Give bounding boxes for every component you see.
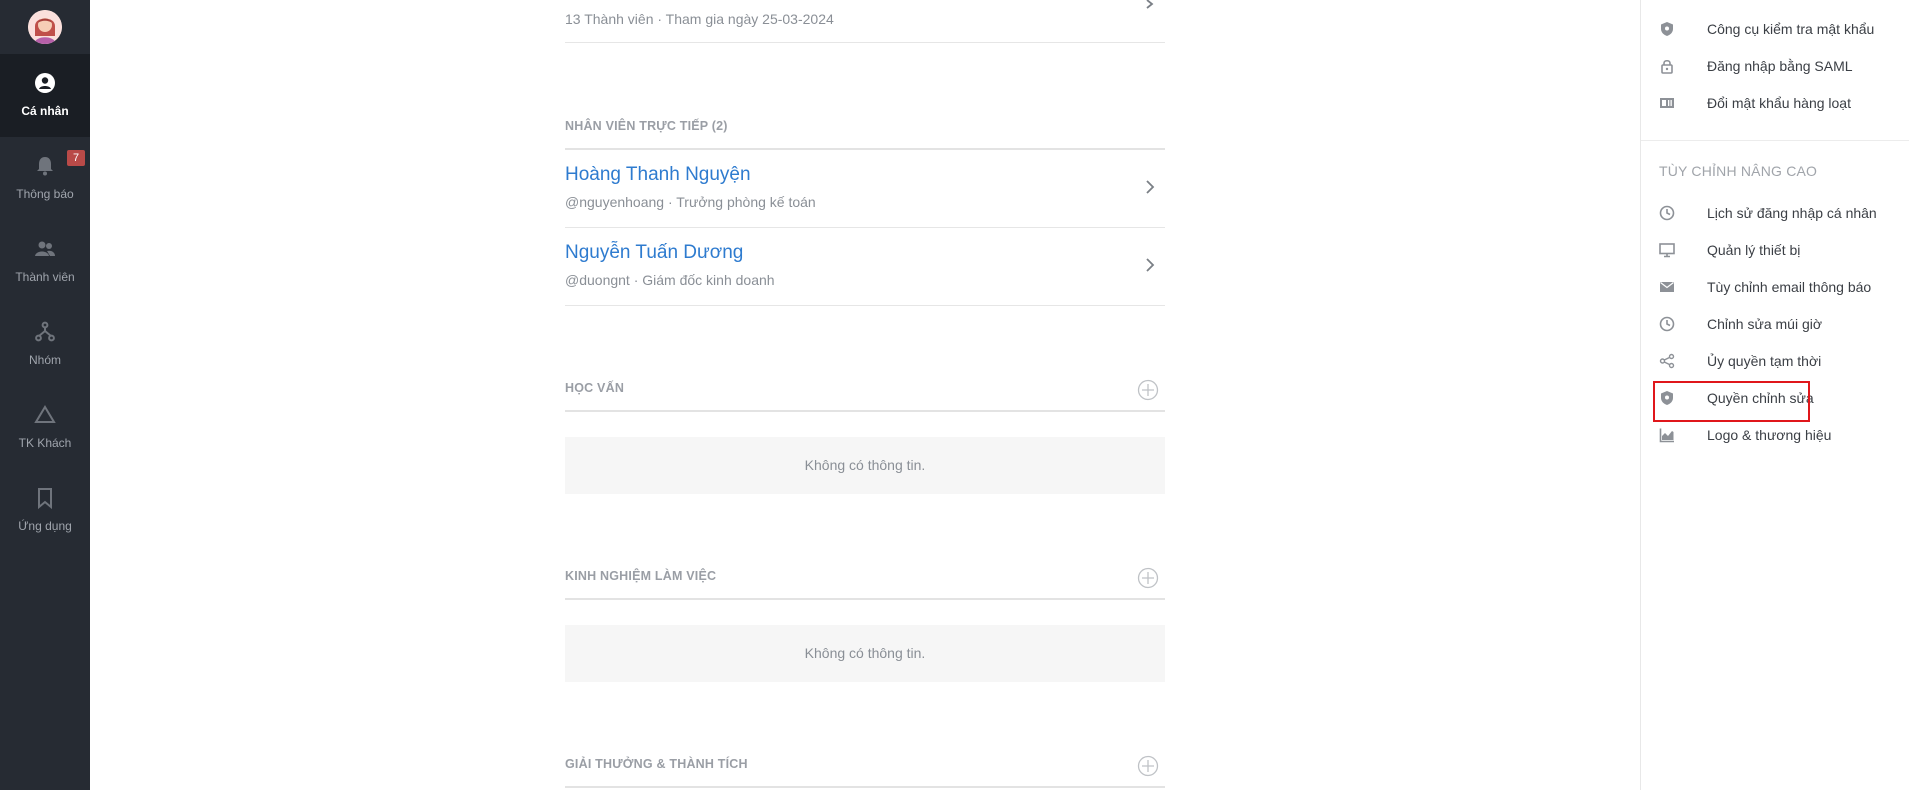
menu-item-label: Quản lý thiết bị — [1707, 242, 1801, 258]
menu-item-label: Công cụ kiểm tra mật khẩu — [1707, 21, 1875, 37]
nav-item-members[interactable]: Thành viên — [0, 220, 90, 303]
person-description: @nguyenhoang · Trưởng phòng kế toán — [565, 194, 816, 210]
advanced-settings-heading: TÙY CHỈNH NÂNG CAO — [1659, 163, 1818, 179]
section-line — [565, 786, 1165, 788]
menu-item-label: Lịch sử đăng nhập cá nhân — [1707, 205, 1877, 221]
notification-badge: 7 — [67, 150, 85, 166]
menu-item-label: Đổi mật khẩu hàng loạt — [1707, 95, 1851, 111]
chevron-right-icon[interactable] — [1143, 0, 1157, 10]
divider — [1641, 140, 1909, 141]
settings-panel: Công cụ kiểm tra mật khẩu Đăng nhập bằng… — [1640, 0, 1909, 790]
add-education-icon[interactable] — [1137, 379, 1159, 401]
bookmark-icon — [38, 488, 52, 510]
nav-item-label: Thông báo — [16, 187, 74, 201]
id-card-icon — [1660, 98, 1674, 108]
nav-item-guest-accounts[interactable]: TK Khách — [0, 386, 90, 469]
menu-item-label: Chỉnh sửa múi giờ — [1707, 316, 1823, 332]
nav-item-label: TK Khách — [18, 436, 72, 450]
section-line — [565, 410, 1165, 412]
monitor-icon — [1659, 243, 1675, 258]
menu-item-saml-login[interactable]: Đăng nhập bằng SAML — [1659, 51, 1899, 81]
org-chart-icon — [35, 321, 55, 342]
menu-item-label: Tùy chỉnh email thông báo — [1707, 279, 1872, 295]
clock-icon — [1659, 316, 1675, 332]
menu-item-password-checker[interactable]: Công cụ kiểm tra mật khẩu — [1659, 14, 1899, 44]
menu-item-label: Logo & thương hiệu — [1707, 427, 1832, 443]
user-avatar[interactable] — [28, 10, 62, 44]
menu-item-label: Đăng nhập bằng SAML — [1707, 58, 1853, 74]
bell-icon — [37, 157, 53, 176]
menu-item-notification-email[interactable]: Tùy chỉnh email thông báo — [1659, 272, 1899, 302]
nav-item-label: Cá nhân — [21, 104, 69, 118]
person-name[interactable]: Hoàng Thanh Nguyện — [565, 164, 751, 186]
triangle-icon — [34, 405, 56, 423]
chevron-right-icon[interactable] — [1143, 255, 1157, 275]
clock-icon — [1659, 205, 1675, 221]
person-description: @duongnt · Giám đốc kinh doanh — [565, 272, 775, 288]
highlight-box — [1653, 381, 1810, 422]
nav-item-personal[interactable]: Cá nhân — [0, 54, 90, 137]
nav-item-label: Thành viên — [15, 270, 75, 284]
divider — [565, 42, 1165, 43]
direct-report-item[interactable]: Hoàng Thanh Nguyện @nguyenhoang · Trưởng… — [565, 150, 1165, 228]
mail-icon — [1660, 282, 1674, 292]
nav-item-label: Nhóm — [28, 353, 61, 367]
share-icon — [1659, 353, 1675, 369]
education-empty-state: Không có thông tin. — [565, 437, 1165, 494]
education-title: HỌC VẤN — [565, 381, 625, 395]
section-line — [565, 598, 1165, 600]
user-circle-icon — [35, 73, 55, 93]
left-sidebar: Cá nhân Thông báo 7 Thành viên Nhóm TK K… — [0, 0, 90, 790]
add-award-icon[interactable] — [1137, 755, 1159, 777]
direct-report-item[interactable]: Nguyễn Tuấn Dương @duongnt · Giám đốc ki… — [565, 228, 1165, 306]
menu-item-device-management[interactable]: Quản lý thiết bị — [1659, 235, 1899, 265]
profile-main-content: 13 Thành viên · Tham gia ngày 25-03-2024… — [565, 0, 1165, 790]
group-meta: 13 Thành viên · Tham gia ngày 25-03-2024 — [565, 11, 834, 27]
users-icon — [35, 241, 55, 256]
chevron-right-icon[interactable] — [1143, 177, 1157, 197]
nav-item-label: Ứng dụng — [18, 519, 72, 533]
direct-reports-title: NHÂN VIÊN TRỰC TIẾP (2) — [565, 119, 728, 133]
chart-area-icon — [1659, 428, 1674, 443]
experience-title: KINH NGHIỆM LÀM VIỆC — [565, 569, 717, 583]
row-divider — [565, 305, 1165, 306]
nav-item-groups[interactable]: Nhóm — [0, 303, 90, 386]
lock-icon — [1661, 59, 1673, 74]
person-name[interactable]: Nguyễn Tuấn Dương — [565, 242, 743, 264]
shield-icon — [1661, 22, 1673, 36]
menu-item-temporary-delegation[interactable]: Ủy quyền tạm thời — [1659, 346, 1899, 376]
menu-item-label: Ủy quyền tạm thời — [1707, 353, 1822, 369]
awards-title: GIẢI THƯỞNG & THÀNH TÍCH — [565, 757, 748, 771]
menu-item-login-history[interactable]: Lịch sử đăng nhập cá nhân — [1659, 198, 1899, 228]
menu-item-logo-branding[interactable]: Logo & thương hiệu — [1659, 420, 1899, 450]
experience-empty-state: Không có thông tin. — [565, 625, 1165, 682]
menu-item-timezone[interactable]: Chỉnh sửa múi giờ — [1659, 309, 1899, 339]
add-experience-icon[interactable] — [1137, 567, 1159, 589]
nav-item-apps[interactable]: Ứng dụng — [0, 469, 90, 552]
menu-item-bulk-password-change[interactable]: Đổi mật khẩu hàng loạt — [1659, 88, 1899, 118]
